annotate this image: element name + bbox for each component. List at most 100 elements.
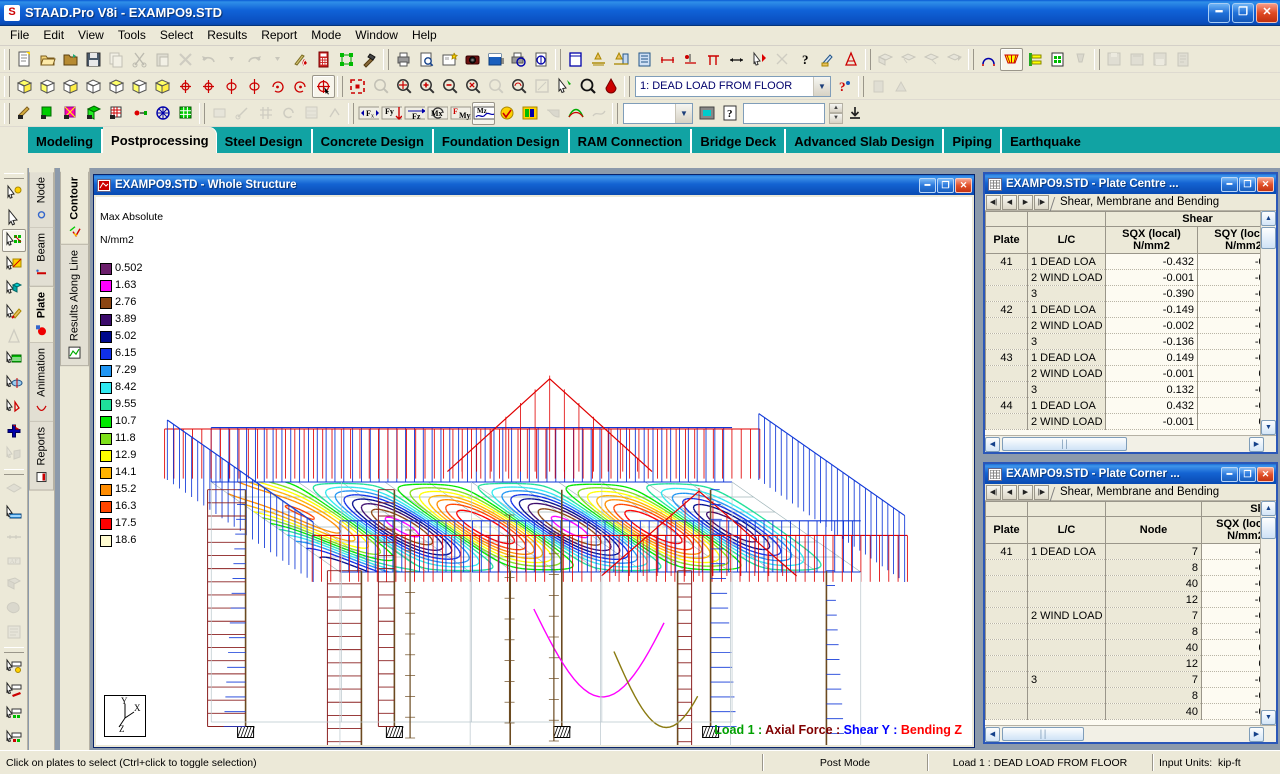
- diagram-icon[interactable]: [323, 102, 346, 125]
- calculator-icon[interactable]: [312, 48, 335, 71]
- save-results-icon[interactable]: [1103, 48, 1126, 71]
- run-analysis-icon[interactable]: [289, 48, 312, 71]
- rotate-down-icon[interactable]: [197, 75, 220, 98]
- apply-value-icon[interactable]: [843, 102, 866, 125]
- page-setup-icon[interactable]: [530, 48, 553, 71]
- next-record-icon[interactable]: ▶: [1018, 195, 1033, 210]
- label-node-icon[interactable]: [2, 655, 26, 679]
- copy-icon[interactable]: [105, 48, 128, 71]
- plate-corner-vscrollbar[interactable]: ▲ ▼: [1260, 501, 1276, 725]
- last-record-icon[interactable]: |▶: [1034, 195, 1049, 210]
- zoom-dynamic-icon[interactable]: [484, 75, 507, 98]
- toolbar-grip-13[interactable]: [348, 103, 354, 124]
- cut-icon[interactable]: [128, 48, 151, 71]
- table-row[interactable]: 12-0.294: [986, 592, 1261, 608]
- dimension2-icon[interactable]: [610, 48, 633, 71]
- label-solid-icon[interactable]: [2, 726, 26, 750]
- left-toolbar-grip-2[interactable]: [4, 469, 24, 475]
- scroll-down-icon-1[interactable]: ▼: [1261, 420, 1276, 435]
- render-icon[interactable]: [300, 102, 323, 125]
- table-row[interactable]: 411 DEAD LOA7-0.569: [986, 544, 1261, 560]
- help-context-icon[interactable]: ?: [833, 75, 856, 98]
- prev-record-icon-2[interactable]: ◀: [1002, 485, 1017, 500]
- pick-point-icon[interactable]: [748, 48, 771, 71]
- magnify-icon[interactable]: [576, 75, 599, 98]
- mx-torsion-icon[interactable]: Mx: [426, 102, 449, 125]
- select-node-cursor-icon[interactable]: [2, 181, 26, 205]
- plate-contour-icon[interactable]: [1000, 48, 1023, 71]
- influence-icon[interactable]: [587, 102, 610, 125]
- select-surface-cursor-icon[interactable]: [2, 252, 26, 276]
- scroll-left-icon-1[interactable]: ◀: [985, 437, 1000, 452]
- fx-axial-icon[interactable]: Fx: [357, 102, 380, 125]
- plate-stress-tool-icon[interactable]: [2, 477, 26, 501]
- menu-mode[interactable]: Mode: [304, 26, 348, 45]
- table-row[interactable]: 8-0.569: [986, 560, 1261, 576]
- table-row[interactable]: 421 DEAD LOA-0.149-0.232: [986, 302, 1261, 318]
- measure-cut-icon[interactable]: [771, 48, 794, 71]
- section-cut-icon[interactable]: [231, 102, 254, 125]
- sidebar-tab-reports[interactable]: Reports: [29, 422, 54, 491]
- plate-corner-grid[interactable]: ShearPlateL/CNodeSQX (local)N/mm2SQN411 …: [985, 501, 1260, 725]
- measure-node-icon[interactable]: [679, 48, 702, 71]
- column-header[interactable]: SQX (local)N/mm2: [1106, 227, 1198, 254]
- plate-result3-icon[interactable]: [920, 48, 943, 71]
- select-region-icon[interactable]: [553, 75, 576, 98]
- next-record-icon-2[interactable]: ▶: [1018, 485, 1033, 500]
- redo-icon[interactable]: [243, 48, 266, 71]
- toolbar-grip-12[interactable]: [199, 103, 205, 124]
- menu-view[interactable]: View: [71, 26, 111, 45]
- table-row[interactable]: 2 WIND LOAD7-0.003: [986, 608, 1261, 624]
- plate-mesh-tool-icon[interactable]: [2, 525, 26, 549]
- table-row[interactable]: 2 WIND LOAD-0.001-0.002: [986, 270, 1261, 286]
- zoom-extents-icon[interactable]: [346, 75, 369, 98]
- plate-contour-tool-icon[interactable]: [2, 501, 26, 525]
- table-row[interactable]: 441 DEAD LOA0.432-0.388: [986, 398, 1261, 414]
- zoom-previous2-icon[interactable]: [507, 75, 530, 98]
- list-icon[interactable]: [633, 48, 656, 71]
- prev-record-icon[interactable]: ◀: [1002, 195, 1017, 210]
- tab-concrete-design[interactable]: Concrete Design: [313, 129, 434, 153]
- plate-centre-tab-label[interactable]: Shear, Membrane and Bending: [1054, 196, 1225, 208]
- zoom-all-icon[interactable]: [461, 75, 484, 98]
- close-button[interactable]: ✕: [1256, 3, 1278, 23]
- column-header[interactable]: Plate: [986, 517, 1028, 544]
- table-row[interactable]: 8-0.516: [986, 688, 1261, 704]
- chevron-down-icon-2[interactable]: ▼: [675, 104, 692, 123]
- footing-icon[interactable]: [1069, 48, 1092, 71]
- column-header[interactable]: L/C: [1028, 227, 1106, 254]
- table-row[interactable]: 3-0.136-0.209: [986, 334, 1261, 350]
- column-header[interactable]: SQX (local)N/mm2: [1202, 517, 1261, 544]
- stress-contour-icon[interactable]: [208, 102, 231, 125]
- label-plate-icon[interactable]: [2, 702, 26, 726]
- angle-icon[interactable]: [840, 48, 863, 71]
- toolbar-grip-6[interactable]: [1094, 49, 1100, 70]
- tab-foundation-design[interactable]: Foundation Design: [434, 129, 570, 153]
- table-row[interactable]: 2 WIND LOAD-0.0010.000: [986, 366, 1261, 382]
- plate-result2-icon[interactable]: [897, 48, 920, 71]
- save-all-icon[interactable]: [1149, 48, 1172, 71]
- save-icon[interactable]: [82, 48, 105, 71]
- left-toolbar-grip-1[interactable]: [4, 173, 24, 179]
- report-setup-icon[interactable]: [484, 48, 507, 71]
- scroll-up-icon-2[interactable]: ▲: [1261, 501, 1276, 516]
- redo-dropdown-icon[interactable]: [266, 48, 289, 71]
- annotate-icon[interactable]: [817, 48, 840, 71]
- menu-report[interactable]: Report: [254, 26, 304, 45]
- display-grid-icon[interactable]: [174, 102, 197, 125]
- display-beam-icon[interactable]: [36, 102, 59, 125]
- chevron-down-icon[interactable]: ▼: [813, 77, 830, 96]
- scroll-right-icon-2[interactable]: ▶: [1249, 727, 1264, 742]
- plate-corner-minimize-button[interactable]: ━: [1221, 467, 1238, 482]
- first-record-icon[interactable]: ◀|: [986, 195, 1001, 210]
- beam-section-icon[interactable]: [1023, 48, 1046, 71]
- tab-advanced-slab-design[interactable]: Advanced Slab Design: [786, 129, 944, 153]
- paste-icon[interactable]: [151, 48, 174, 71]
- front-view-icon[interactable]: [36, 75, 59, 98]
- note-icon[interactable]: [564, 48, 587, 71]
- save-as-results-icon[interactable]: [1126, 48, 1149, 71]
- measure-horizontal-icon[interactable]: [656, 48, 679, 71]
- plate-corner-close-button[interactable]: ✕: [1257, 467, 1274, 482]
- model-3d-canvas[interactable]: Max Absolute N/mm2 0.5021.632.763.895.02…: [96, 197, 972, 745]
- display-plate-icon[interactable]: [59, 102, 82, 125]
